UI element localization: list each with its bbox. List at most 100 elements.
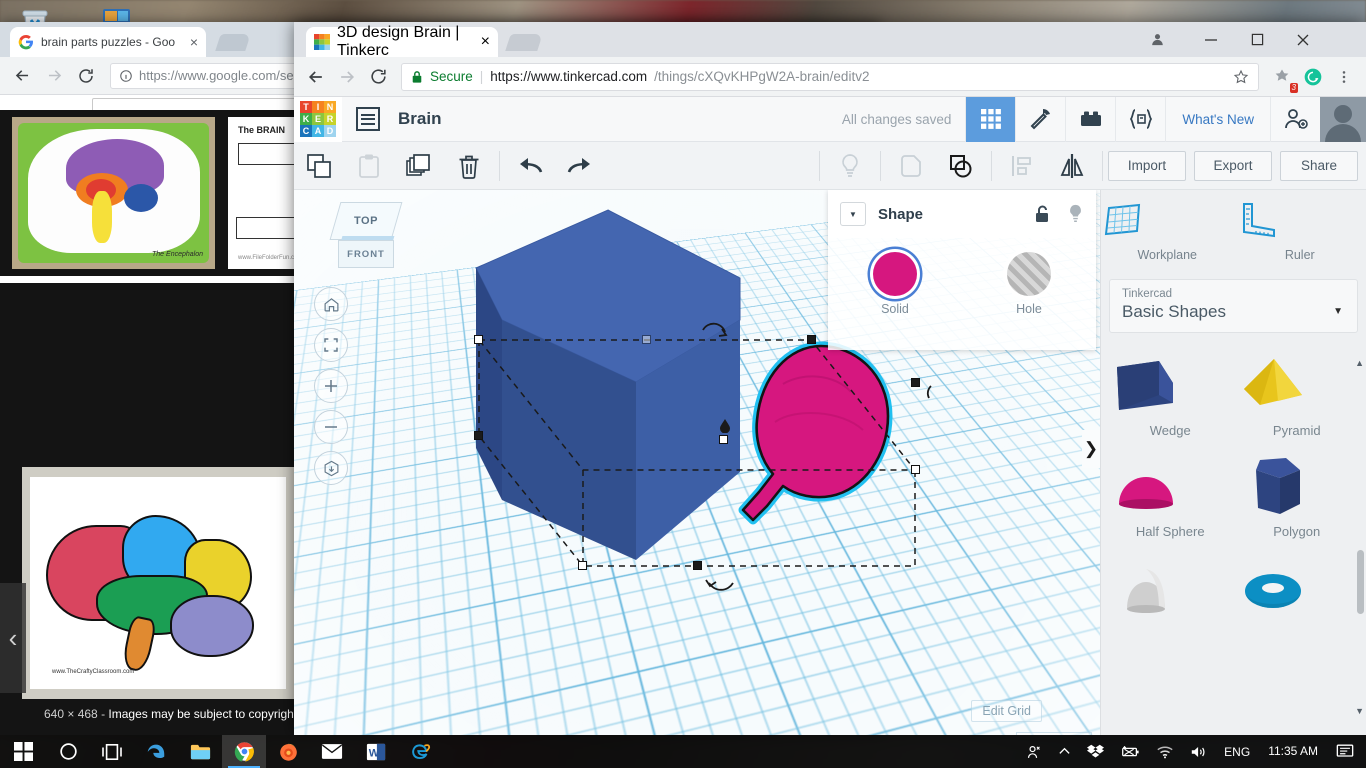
file-explorer-icon[interactable]	[178, 735, 222, 768]
shape-item-pyramid[interactable]: Pyramid	[1234, 347, 1361, 438]
minimize-button[interactable]	[1188, 22, 1234, 57]
hole-option[interactable]: Hole	[1007, 252, 1051, 316]
chrome-profile-icon[interactable]	[1134, 22, 1180, 57]
task-view-icon[interactable]	[90, 735, 134, 768]
hammer-tools-icon[interactable]	[1015, 96, 1065, 142]
align-icon[interactable]	[997, 142, 1047, 190]
close-button[interactable]	[1280, 22, 1326, 57]
tab-close-icon[interactable]: ×	[190, 35, 198, 49]
windows-taskbar[interactable]: W ENG 11:35 AM	[0, 735, 1366, 768]
solid-swatch[interactable]	[873, 252, 917, 296]
blocks-icon[interactable]	[1065, 96, 1115, 142]
chrome-window-tinkercad[interactable]: 3D design Brain | Tinkerc × Secure | htt…	[294, 22, 1366, 735]
grammarly-icon[interactable]	[1299, 63, 1327, 91]
resize-handle[interactable]	[578, 561, 587, 570]
cortana-icon[interactable]	[46, 735, 90, 768]
zoom-in-icon[interactable]	[314, 369, 348, 403]
workplane-tool[interactable]: Workplane	[1101, 200, 1234, 275]
view-cube[interactable]: TOP FRONT	[329, 196, 403, 272]
paste-icon[interactable]	[344, 142, 394, 190]
shapes-sidebar[interactable]: Workplane Ruler Tinkercad Basic Shapes ▼…	[1100, 190, 1366, 735]
show-hidden-icons-chevron[interactable]	[1050, 735, 1079, 768]
tab-google-search[interactable]: brain parts puzzles - Goo ×	[10, 27, 206, 57]
firefox-icon[interactable]	[266, 735, 310, 768]
tab-close-icon[interactable]: ×	[481, 33, 490, 51]
battery-icon[interactable]	[1112, 735, 1148, 768]
reload-button[interactable]	[364, 63, 392, 91]
3d-canvas[interactable]: TOP FRONT ▼ Shape Solid Hole ❯ Edit Grid	[294, 190, 1100, 735]
forward-button[interactable]	[333, 63, 361, 91]
resize-handle[interactable]	[911, 465, 920, 474]
tinkercad-logo[interactable]: T I N K E R C A D	[294, 96, 342, 142]
resize-handle[interactable]	[642, 335, 651, 344]
action-center-icon[interactable]	[1328, 735, 1362, 768]
brain-diagram-image[interactable]: www.TheCraftyClassroom.com	[22, 467, 294, 699]
selection-bounding-box[interactable]	[474, 322, 932, 591]
scrollbar-thumb[interactable]	[1357, 550, 1364, 614]
export-button[interactable]: Export	[1194, 150, 1272, 181]
internet-explorer-icon[interactable]	[398, 735, 442, 768]
collapse-panel-button[interactable]: ▼	[840, 202, 866, 226]
copy-icon[interactable]	[294, 142, 344, 190]
kebab-menu-icon[interactable]	[1330, 63, 1358, 91]
vertical-resize-handle[interactable]	[719, 435, 728, 444]
trash-icon[interactable]	[444, 142, 494, 190]
resize-handle[interactable]	[911, 378, 920, 387]
shape-properties-panel[interactable]: ▼ Shape Solid Hole	[828, 190, 1096, 350]
shape-item-half-sphere[interactable]: Half Sphere	[1107, 448, 1234, 539]
tab-tinkercad[interactable]: 3D design Brain | Tinkerc ×	[306, 24, 498, 59]
sidebar-scrollbar[interactable]	[1357, 358, 1364, 735]
windows-logo-icon[interactable]	[0, 735, 46, 768]
resize-handle[interactable]	[474, 335, 483, 344]
brain-puzzle-photo[interactable]: The Encephalon	[12, 117, 215, 269]
resize-handle[interactable]	[693, 561, 702, 570]
resize-handle[interactable]	[807, 335, 816, 344]
volume-icon[interactable]	[1182, 735, 1216, 768]
duplicate-icon[interactable]	[394, 142, 444, 190]
view-cube-top-face[interactable]: TOP	[329, 202, 403, 240]
forward-button[interactable]	[40, 62, 68, 90]
maximize-button[interactable]	[1234, 22, 1280, 57]
edit-grid-button[interactable]: Edit Grid	[971, 700, 1042, 722]
unlock-icon[interactable]	[1035, 205, 1051, 223]
new-tab-button[interactable]	[215, 34, 251, 51]
whats-new-link[interactable]: What's New	[1165, 96, 1270, 142]
new-tab-button[interactable]	[505, 34, 543, 51]
fit-to-view-icon[interactable]	[314, 328, 348, 362]
mail-icon[interactable]	[310, 735, 354, 768]
ungroup-shapes-icon[interactable]	[936, 142, 986, 190]
undo-arrow-icon[interactable]	[505, 142, 555, 190]
shape-item-paraboloid[interactable]	[1107, 549, 1234, 623]
taskbar-clock[interactable]: 11:35 AM	[1258, 745, 1328, 758]
star-icon[interactable]	[1233, 69, 1249, 85]
language-indicator[interactable]: ENG	[1216, 735, 1258, 768]
view-cube-front-face[interactable]: FRONT	[338, 240, 394, 268]
dropbox-icon[interactable]	[1079, 735, 1112, 768]
codeblocks-icon[interactable]	[1115, 96, 1165, 142]
word-icon[interactable]: W	[354, 735, 398, 768]
people-icon[interactable]	[1018, 735, 1050, 768]
group-shapes-icon[interactable]	[886, 142, 936, 190]
shape-item-wedge[interactable]: Wedge	[1107, 347, 1234, 438]
home-view-icon[interactable]	[314, 287, 348, 321]
hole-swatch[interactable]	[1007, 252, 1051, 296]
lightbulb-icon[interactable]	[1067, 204, 1084, 224]
chevron-down-icon[interactable]: ▼	[1333, 306, 1343, 317]
tinkercad-address-bar[interactable]: Secure | https://www.tinkercad.com/thing…	[401, 62, 1259, 91]
collapse-sidebar-chevron[interactable]: ❯	[1082, 430, 1100, 468]
shape-library-selector[interactable]: Tinkercad Basic Shapes ▼	[1109, 279, 1358, 333]
previous-image-button[interactable]: ‹	[0, 583, 26, 693]
project-list-icon[interactable]	[356, 107, 380, 131]
back-button[interactable]	[8, 62, 36, 90]
mirror-flip-icon[interactable]	[1047, 142, 1097, 190]
wifi-icon[interactable]	[1148, 735, 1182, 768]
add-person-icon[interactable]	[1270, 96, 1320, 142]
edge-icon[interactable]	[134, 735, 178, 768]
chrome-icon[interactable]	[222, 735, 266, 768]
back-button[interactable]	[302, 63, 330, 91]
perspective-toggle-icon[interactable]	[314, 451, 348, 485]
redo-arrow-icon[interactable]	[555, 142, 605, 190]
extension-icon[interactable]: 3	[1268, 63, 1298, 93]
avatar[interactable]	[1320, 96, 1366, 142]
ruler-tool[interactable]: Ruler	[1234, 200, 1366, 275]
